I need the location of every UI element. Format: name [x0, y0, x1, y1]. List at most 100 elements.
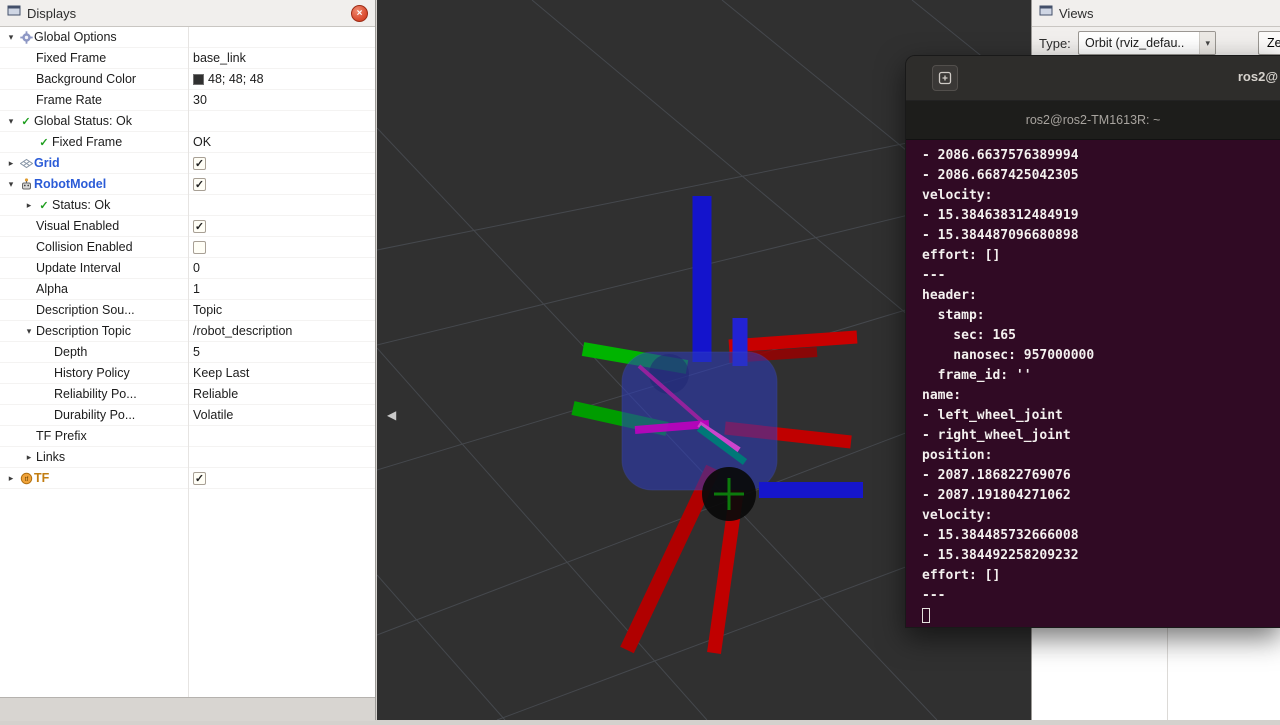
new-tab-icon[interactable]: [932, 65, 958, 91]
checkbox[interactable]: ✓: [193, 157, 206, 170]
row-value-cell: [188, 241, 375, 254]
expander-closed-icon[interactable]: ▸: [22, 452, 36, 463]
row-label: Grid: [34, 156, 60, 170]
expander-open-icon[interactable]: ▾: [4, 116, 18, 127]
expander-closed-icon[interactable]: ▸: [4, 473, 18, 484]
row-label-cell: Visual Enabled: [0, 219, 188, 233]
color-swatch: [193, 74, 204, 85]
row-label: Description Sou...: [36, 303, 135, 317]
terminal-line: - 15.384638312484919: [922, 206, 1280, 226]
terminal-output[interactable]: - 2086.6637576389994- 2086.6687425042305…: [906, 140, 1280, 628]
row-label-cell: ▾ RobotModel: [0, 177, 188, 191]
row-value-cell: 48; 48; 48: [188, 72, 375, 86]
row-label: Status: Ok: [52, 198, 110, 212]
row-label: Background Color: [36, 72, 136, 86]
terminal-line: header:: [922, 286, 1280, 306]
terminal-line: - left_wheel_joint: [922, 406, 1280, 426]
terminal-line: ---: [922, 266, 1280, 286]
row-value-cell: 0: [188, 261, 375, 275]
row-value-text: 1: [193, 282, 200, 296]
row-label: RobotModel: [34, 177, 106, 191]
row-label-cell: ▸ Grid: [0, 156, 188, 170]
views-panel-titlebar[interactable]: Views: [1032, 0, 1280, 27]
row-value-cell: ✓: [188, 220, 375, 233]
terminal-line: position:: [922, 446, 1280, 466]
row-label-cell: Durability Po...: [0, 408, 188, 422]
displays-panel-titlebar[interactable]: Displays ×: [0, 0, 375, 27]
row-label: Fixed Frame: [52, 135, 122, 149]
terminal-window: ros2@ ros2@ros2-TM1613R: ~ - 2086.663757…: [905, 55, 1280, 628]
terminal-line: ---: [922, 586, 1280, 606]
row-label: Links: [36, 450, 65, 464]
terminal-line: - 15.384485732666008: [922, 526, 1280, 546]
terminal-line: - right_wheel_joint: [922, 426, 1280, 446]
row-label-cell: History Policy: [0, 366, 188, 380]
row-label: Global Status: Ok: [34, 114, 132, 128]
expander-open-icon[interactable]: ▾: [4, 179, 18, 190]
gear-icon: [18, 31, 34, 44]
row-label: Update Interval: [36, 261, 121, 275]
row-value-text: OK: [193, 135, 211, 149]
views-panel-icon: [1039, 5, 1053, 21]
displays-panel-title: Displays: [27, 6, 351, 21]
check-icon: ✓: [36, 199, 52, 212]
terminal-line: frame_id: '': [922, 366, 1280, 386]
checkbox[interactable]: ✓: [193, 220, 206, 233]
row-value-text: 0: [193, 261, 200, 275]
chevron-down-icon[interactable]: ▾: [1199, 32, 1215, 54]
row-value-cell: /robot_description: [188, 324, 375, 338]
terminal-line: velocity:: [922, 186, 1280, 206]
terminal-line: - 15.384487096680898: [922, 226, 1280, 246]
row-label: TF: [34, 471, 49, 485]
row-value-text: 5: [193, 345, 200, 359]
row-label-cell: Depth: [0, 345, 188, 359]
views-panel-title: Views: [1059, 6, 1273, 21]
row-label-cell: ✓Fixed Frame: [0, 135, 188, 149]
displays-panel-icon: [7, 5, 21, 21]
terminal-tabbar: ros2@ros2-TM1613R: ~: [906, 101, 1280, 140]
panel-collapse-arrow[interactable]: ◀: [387, 408, 396, 422]
row-label-cell: Reliability Po...: [0, 387, 188, 401]
terminal-line: effort: []: [922, 566, 1280, 586]
check-icon: ✓: [36, 136, 52, 149]
row-value-cell: 5: [188, 345, 375, 359]
row-label: Depth: [54, 345, 87, 359]
checkbox[interactable]: ✓: [193, 472, 206, 485]
row-label-cell: Fixed Frame: [0, 51, 188, 65]
row-label-cell: ▾✓Global Status: Ok: [0, 114, 188, 128]
row-label-cell: ▸Links: [0, 450, 188, 464]
terminal-line: - 2087.191804271062: [922, 486, 1280, 506]
expander-closed-icon[interactable]: ▸: [4, 158, 18, 169]
terminal-line: - 2086.6637576389994: [922, 146, 1280, 166]
terminal-line: velocity:: [922, 506, 1280, 526]
close-icon[interactable]: ×: [351, 5, 368, 22]
checkbox[interactable]: [193, 241, 206, 254]
terminal-line: sec: 165: [922, 326, 1280, 346]
displays-panel-footer: [0, 697, 375, 721]
row-label-cell: Update Interval: [0, 261, 188, 275]
terminal-line: - 2086.6687425042305: [922, 166, 1280, 186]
displays-panel: Displays × ▾Global OptionsFixed Framebas…: [0, 0, 376, 720]
row-value-cell: ✓: [188, 178, 375, 191]
row-label: Frame Rate: [36, 93, 102, 107]
row-label-cell: ▾Description Topic: [0, 324, 188, 338]
expander-closed-icon[interactable]: ▸: [22, 200, 36, 211]
row-label: Durability Po...: [54, 408, 135, 422]
svg-text:tf: tf: [24, 477, 28, 483]
terminal-line: - 15.384492258209232: [922, 546, 1280, 566]
expander-open-icon[interactable]: ▾: [4, 32, 18, 43]
terminal-line: effort: []: [922, 246, 1280, 266]
zero-button[interactable]: Ze: [1258, 31, 1280, 55]
row-label-cell: TF Prefix: [0, 429, 188, 443]
row-value-cell: Reliable: [188, 387, 375, 401]
row-label-cell: ▸✓Status: Ok: [0, 198, 188, 212]
row-value-cell: Keep Last: [188, 366, 375, 380]
view-type-dropdown[interactable]: Orbit (rviz_defau.. ▾: [1078, 31, 1216, 55]
expander-open-icon[interactable]: ▾: [22, 326, 36, 337]
terminal-line: nanosec: 957000000: [922, 346, 1280, 366]
row-value-text: 30: [193, 93, 207, 107]
row-value-cell: Topic: [188, 303, 375, 317]
terminal-titlebar[interactable]: ros2@: [906, 56, 1280, 101]
checkbox[interactable]: ✓: [193, 178, 206, 191]
terminal-tab[interactable]: ros2@ros2-TM1613R: ~: [1026, 113, 1161, 127]
